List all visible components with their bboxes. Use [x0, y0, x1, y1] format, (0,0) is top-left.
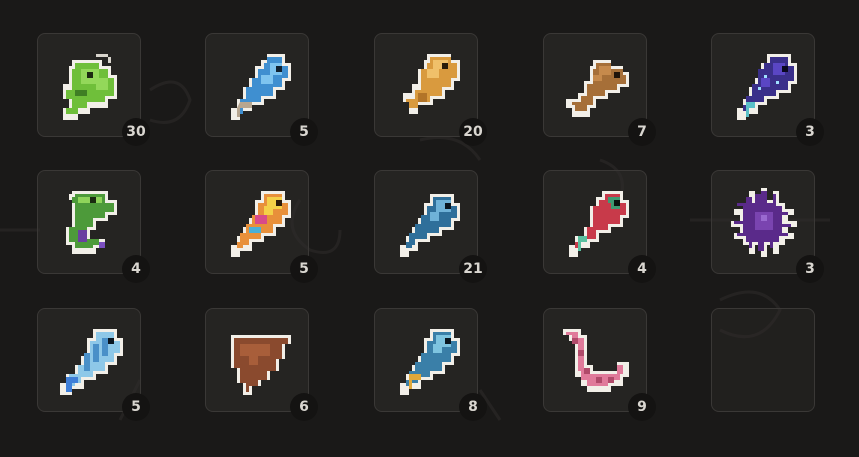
galaxy-fish-icon: [737, 54, 797, 120]
inventory-slot-green-frog-fish[interactable]: 30: [37, 33, 150, 146]
blue-yellow-fish-icon: [400, 329, 460, 395]
inventory-slot-rainbow-fish[interactable]: 5: [205, 170, 318, 283]
teal-fish-icon: [400, 194, 460, 257]
inventory-slot-red-green-fish[interactable]: 4: [543, 170, 656, 283]
item-count: 4: [628, 255, 656, 283]
item-count: 8: [459, 393, 487, 421]
purple-urchin-icon: [731, 188, 797, 257]
inventory-slot-brown-fish[interactable]: 7: [543, 33, 656, 146]
inventory-slot-striped-blue-fish[interactable]: 5: [37, 308, 150, 421]
item-count: 30: [122, 118, 150, 146]
item-count: 5: [290, 118, 318, 146]
rainbow-fish-icon: [231, 191, 291, 257]
inventory-slot-purple-urchin[interactable]: 3: [711, 170, 824, 283]
golden-fish-icon: [403, 54, 460, 114]
pink-worm-icon: [563, 329, 629, 392]
inventory-slot-teal-fish[interactable]: 21: [374, 170, 487, 283]
brown-ray-icon: [231, 335, 291, 395]
item-count: 21: [459, 255, 487, 283]
green-frog-fish-icon: [63, 54, 117, 120]
inventory-slot-pink-worm[interactable]: 9: [543, 308, 656, 421]
inventory-slot-empty[interactable]: [711, 308, 815, 412]
red-green-fish-icon: [569, 191, 629, 257]
brown-fish-icon: [566, 60, 629, 117]
inventory-slot-green-eel-fish[interactable]: 4: [37, 170, 150, 283]
inventory-slot-brown-ray[interactable]: 6: [205, 308, 318, 421]
inventory-slot-golden-fish[interactable]: 20: [374, 33, 487, 146]
blue-fish-icon: [231, 54, 291, 120]
item-count: 5: [290, 255, 318, 283]
item-count: 20: [459, 118, 487, 146]
striped-blue-fish-icon: [60, 329, 123, 395]
item-count: 6: [290, 393, 318, 421]
inventory-slot-blue-yellow-fish[interactable]: 8: [374, 308, 487, 421]
item-count: 3: [796, 255, 824, 283]
green-eel-fish-icon: [66, 191, 117, 254]
item-count: 5: [122, 393, 150, 421]
item-count: 3: [796, 118, 824, 146]
item-count: 9: [628, 393, 656, 421]
inventory-grid: 30 5 20 7 3 4 5 21 4 3 5 6 8 9: [0, 0, 859, 457]
item-count: 7: [628, 118, 656, 146]
inventory-slot-galaxy-fish[interactable]: 3: [711, 33, 824, 146]
inventory-slot-blue-fish[interactable]: 5: [205, 33, 318, 146]
item-count: 4: [122, 255, 150, 283]
